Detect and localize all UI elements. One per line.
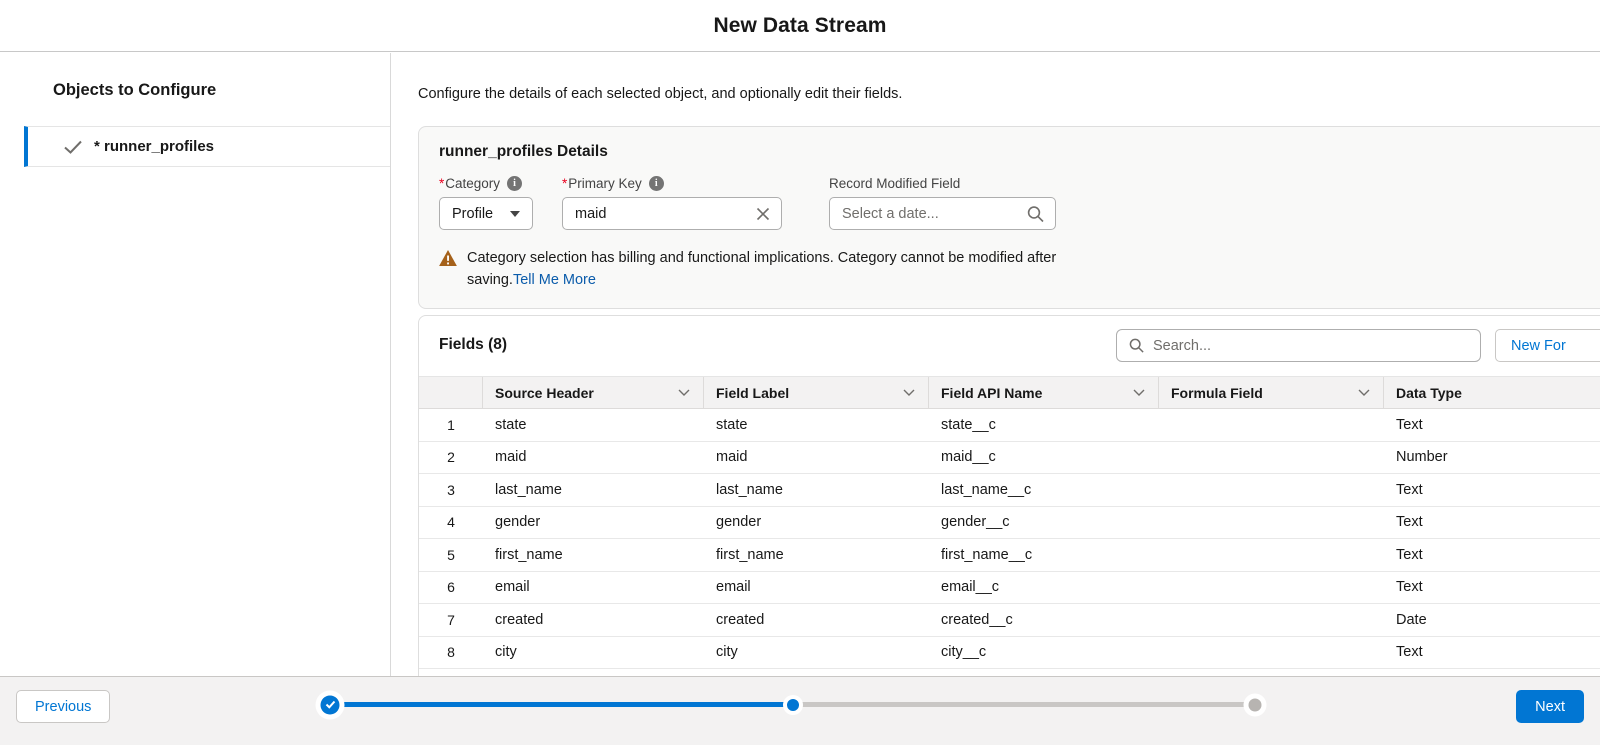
- category-dropdown[interactable]: Profile: [439, 197, 533, 230]
- objects-sidebar: Objects to Configure * runner_profiles: [0, 53, 391, 676]
- chevron-down-icon[interactable]: [1133, 389, 1145, 396]
- sidebar-heading: Objects to Configure: [53, 81, 390, 100]
- warning-text: Category selection has billing and funct…: [467, 247, 1087, 291]
- fields-search-input[interactable]: [1153, 338, 1468, 354]
- warning-triangle-icon: [439, 250, 457, 291]
- search-icon: [1027, 205, 1044, 222]
- wizard-footer: Previous Next: [0, 676, 1600, 745]
- category-field: *Category i Profile: [439, 176, 533, 230]
- record-modified-label: Record Modified Field: [829, 176, 960, 191]
- column-row-number: [419, 377, 483, 408]
- wizard-progress-bar: [330, 702, 1255, 707]
- progress-step-upcoming: [1249, 698, 1262, 711]
- sidebar-item-label: * runner_profiles: [94, 138, 214, 155]
- category-value: Profile: [452, 206, 493, 222]
- primary-key-input[interactable]: [563, 198, 781, 229]
- column-field-label[interactable]: Field Label: [704, 377, 929, 408]
- primary-key-input-wrap: [562, 197, 782, 230]
- object-details-card: runner_profiles Details *Category i Prof…: [418, 126, 1600, 309]
- check-icon: [325, 701, 335, 709]
- table-row: 5 first_name first_name first_name__c Te…: [419, 539, 1600, 572]
- info-icon[interactable]: i: [507, 176, 522, 191]
- primary-key-field: *Primary Key i: [562, 176, 782, 230]
- chevron-down-icon[interactable]: [903, 389, 915, 396]
- category-warning: Category selection has billing and funct…: [439, 247, 1087, 291]
- chevron-down-icon[interactable]: [678, 389, 690, 396]
- record-modified-input[interactable]: [830, 198, 1055, 229]
- table-row: 8 city city city__c Text: [419, 637, 1600, 670]
- table-row: 1 state state state__c Text: [419, 409, 1600, 442]
- record-modified-field: Record Modified Field: [829, 176, 1056, 230]
- details-card-title: runner_profiles Details: [439, 143, 1593, 161]
- table-row: 2 maid maid maid__c Number: [419, 442, 1600, 475]
- table-row: 7 created created created__c Date: [419, 604, 1600, 637]
- record-modified-input-wrap: [829, 197, 1056, 230]
- previous-button[interactable]: Previous: [16, 690, 110, 723]
- category-label: *Category: [439, 176, 500, 191]
- column-data-type[interactable]: Data Type: [1384, 377, 1600, 408]
- column-source-header[interactable]: Source Header: [483, 377, 704, 408]
- chevron-down-icon: [510, 211, 520, 217]
- column-formula-field[interactable]: Formula Field: [1159, 377, 1384, 408]
- info-icon[interactable]: i: [649, 176, 664, 191]
- table-row: 4 gender gender gender__c Text: [419, 507, 1600, 540]
- required-marker: *: [439, 176, 444, 191]
- fields-count-title: Fields (8): [439, 336, 507, 354]
- sidebar-item-runner-profiles[interactable]: * runner_profiles: [24, 126, 390, 167]
- page-title: New Data Stream: [713, 14, 886, 38]
- check-icon: [64, 140, 82, 154]
- details-form-row: *Category i Profile *Primary Key i: [439, 176, 1593, 230]
- progress-step-current: [787, 699, 799, 711]
- fields-card: Fields (8) New For Source Header Field L…: [418, 315, 1600, 676]
- column-field-api-name[interactable]: Field API Name: [929, 377, 1159, 408]
- close-icon[interactable]: [756, 207, 770, 221]
- next-button[interactable]: Next: [1516, 690, 1584, 723]
- fields-table-header: Source Header Field Label Field API Name…: [419, 376, 1600, 409]
- progress-fill: [330, 702, 793, 707]
- fields-card-header: Fields (8) New For: [419, 316, 1600, 376]
- primary-key-label: *Primary Key: [562, 176, 642, 191]
- search-icon: [1129, 338, 1144, 353]
- main-content: Configure the details of each selected o…: [392, 53, 1600, 676]
- table-row: 3 last_name last_name last_name__c Text: [419, 474, 1600, 507]
- intro-text: Configure the details of each selected o…: [418, 86, 1600, 102]
- tell-me-more-link[interactable]: Tell Me More: [513, 272, 596, 288]
- new-formula-field-button[interactable]: New For: [1495, 329, 1600, 362]
- fields-search-box: [1116, 329, 1481, 362]
- modal-header: New Data Stream: [0, 0, 1600, 52]
- progress-step-completed: [321, 695, 340, 714]
- table-row: 6 email email email__c Text: [419, 572, 1600, 605]
- chevron-down-icon[interactable]: [1358, 389, 1370, 396]
- required-marker: *: [562, 176, 567, 191]
